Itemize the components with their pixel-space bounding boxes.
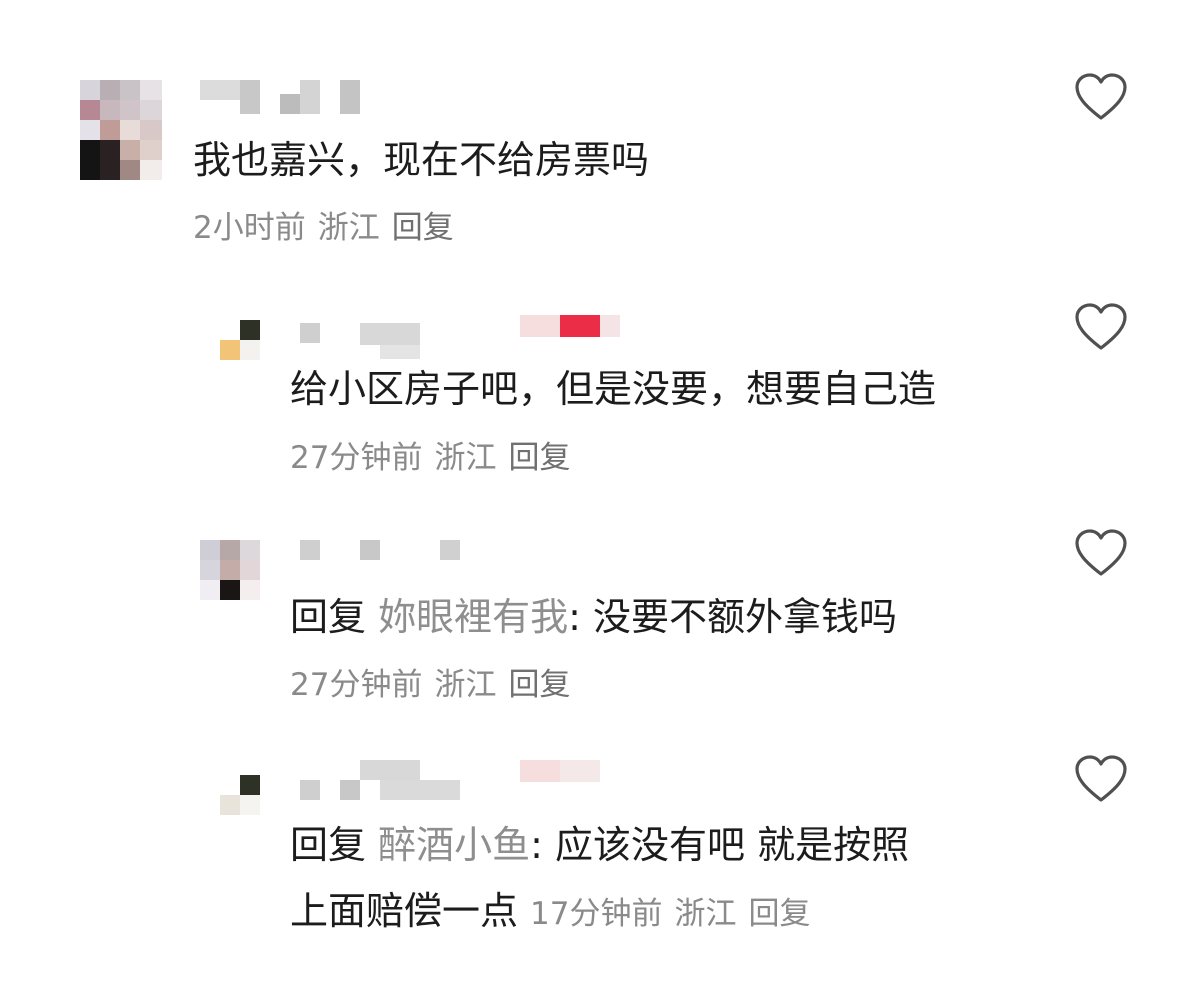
- avatar[interactable]: [200, 540, 260, 600]
- comment-location: 浙江: [434, 440, 497, 476]
- comment-text: 给小区房子吧，但是没要，想要自己造: [290, 367, 937, 411]
- heart-outline-icon: [1075, 755, 1127, 802]
- like-button[interactable]: [1074, 528, 1128, 578]
- like-button[interactable]: [1074, 302, 1128, 352]
- comment-time: 17分钟前: [530, 896, 663, 932]
- heart-outline-icon: [1075, 303, 1127, 350]
- avatar[interactable]: [210, 775, 270, 815]
- username-blurred[interactable]: [300, 760, 620, 800]
- comment-location: 浙江: [317, 210, 380, 246]
- reply-item: 回复 醉酒小鱼: 应该没有吧 就是按照 上面赔偿一点 17分钟前 浙江 回复: [0, 740, 1179, 999]
- username-blurred[interactable]: [300, 540, 470, 570]
- comment-body: : 应该没有吧 就是按照: [530, 823, 910, 867]
- comment-item: 我也嘉兴，现在不给房票吗 2小时前 浙江 回复: [0, 0, 1179, 260]
- username-blurred[interactable]: [200, 80, 370, 114]
- reply-prefix: 回复: [290, 595, 367, 639]
- comment-body: : 没要不额外拿钱吗: [568, 595, 898, 639]
- avatar[interactable]: [80, 80, 162, 180]
- comment-meta: 27分钟前 浙江 回复: [290, 665, 582, 705]
- comment-time: 27分钟前: [290, 440, 423, 476]
- heart-outline-icon: [1075, 529, 1127, 576]
- comment-text-line2: 上面赔偿一点 17分钟前 浙江 回复: [290, 886, 810, 939]
- reply-link[interactable]: 回复: [508, 440, 570, 476]
- comment-text: 回复 醉酒小鱼: 应该没有吧 就是按照: [290, 820, 909, 870]
- reply-prefix: 回复: [290, 823, 367, 867]
- reply-item: 给小区房子吧，但是没要，想要自己造 27分钟前 浙江 回复: [0, 290, 1179, 490]
- mention-username[interactable]: 妳眼裡有我: [378, 595, 568, 639]
- avatar[interactable]: [210, 320, 270, 360]
- comment-location: 浙江: [674, 896, 737, 932]
- comment-time: 2小时前: [193, 210, 306, 246]
- comment-text: 回复 妳眼裡有我: 没要不额外拿钱吗: [290, 592, 897, 642]
- comment-text: 我也嘉兴，现在不给房票吗: [193, 138, 650, 182]
- like-button[interactable]: [1074, 754, 1128, 804]
- reply-item: 回复 妳眼裡有我: 没要不额外拿钱吗 27分钟前 浙江 回复: [0, 520, 1179, 720]
- reply-link[interactable]: 回复: [392, 210, 454, 246]
- reply-link[interactable]: 回复: [508, 667, 570, 703]
- reply-link[interactable]: 回复: [748, 896, 810, 932]
- username-blurred[interactable]: [300, 315, 620, 359]
- like-button[interactable]: [1074, 72, 1128, 122]
- comment-location: 浙江: [434, 667, 497, 703]
- comment-meta: 2小时前 浙江 回复: [193, 208, 466, 248]
- heart-outline-icon: [1075, 73, 1127, 120]
- comment-meta: 27分钟前 浙江 回复: [290, 438, 582, 478]
- comment-time: 27分钟前: [290, 667, 423, 703]
- mention-username[interactable]: 醉酒小鱼: [378, 823, 530, 867]
- comment-body: 上面赔偿一点: [290, 889, 519, 933]
